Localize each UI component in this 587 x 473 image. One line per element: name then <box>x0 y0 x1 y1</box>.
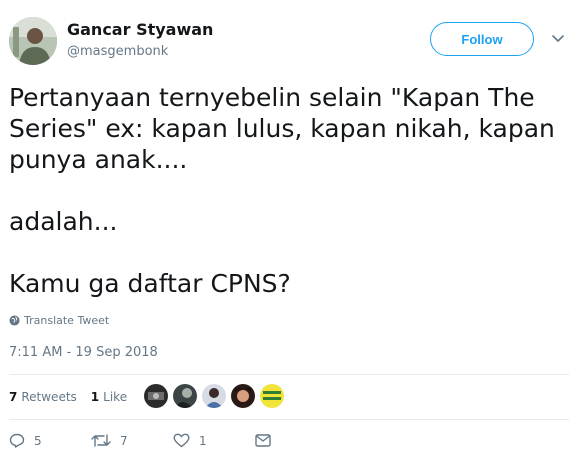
tweet-stats: 7 Retweets 1 Like <box>9 390 127 404</box>
liker-avatars <box>144 384 284 408</box>
reply-icon <box>9 433 25 448</box>
direct-message-button[interactable] <box>255 434 271 447</box>
envelope-icon <box>255 434 271 447</box>
retweet-count: 7 <box>120 433 128 448</box>
translate-tweet-link[interactable]: Translate Tweet <box>9 314 109 327</box>
translate-label: Translate Tweet <box>24 314 110 327</box>
retweet-icon <box>91 433 111 448</box>
retweets-count: 7 <box>9 390 18 404</box>
heart-icon <box>173 433 190 448</box>
tweet-text: Pertanyaan ternyebelin selain "Kapan The… <box>9 83 555 298</box>
likes-count: 1 <box>90 390 100 404</box>
chevron-down-icon[interactable] <box>551 32 565 46</box>
retweets-stat[interactable]: 7 Retweets <box>9 390 77 404</box>
liker-avatar[interactable] <box>144 384 168 408</box>
display-name[interactable]: Gancar Styawan <box>67 20 213 39</box>
retweets-label: Retweets <box>21 390 77 404</box>
tweet-timestamp[interactable]: 7:11 AM - 19 Sep 2018 <box>9 345 158 360</box>
profile-photo-icon <box>9 17 57 65</box>
like-count: 1 <box>199 433 207 448</box>
liker-avatar[interactable] <box>231 384 255 408</box>
liker-avatar[interactable] <box>202 384 226 408</box>
avatar[interactable] <box>9 17 57 65</box>
liker-avatar[interactable] <box>260 384 284 408</box>
user-handle[interactable]: @masgembonk <box>67 44 168 59</box>
globe-icon <box>9 315 20 326</box>
divider <box>9 374 569 375</box>
follow-button[interactable]: Follow <box>430 22 534 56</box>
reply-count: 5 <box>34 433 42 448</box>
like-button[interactable]: 1 <box>173 433 255 448</box>
liker-avatar[interactable] <box>173 384 197 408</box>
likes-stat[interactable]: 1 Like <box>91 390 127 404</box>
divider <box>9 419 569 420</box>
tweet-actions: 5 7 1 <box>9 433 271 448</box>
reply-button[interactable]: 5 <box>9 433 91 448</box>
retweet-button[interactable]: 7 <box>91 433 173 448</box>
likes-label: Like <box>103 390 128 404</box>
